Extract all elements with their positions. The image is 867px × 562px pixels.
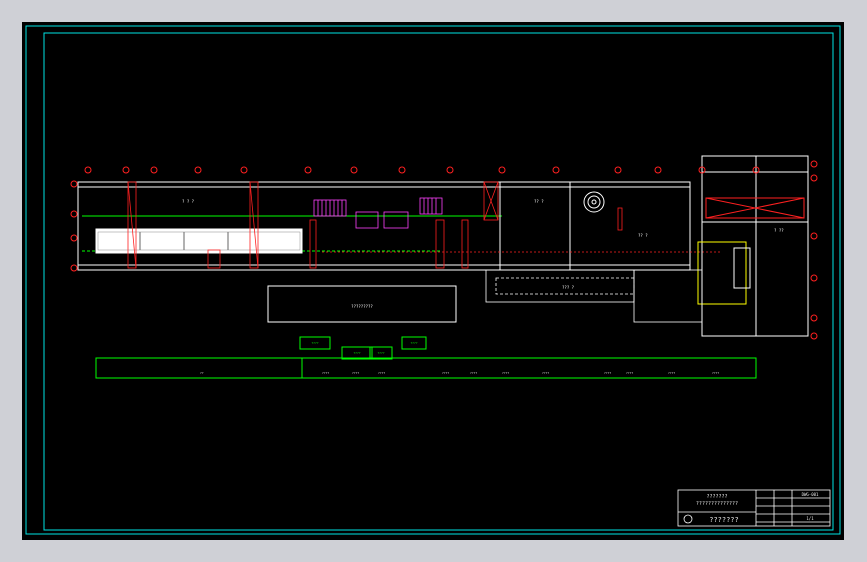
equipment-tag-2: ???? xyxy=(353,351,360,355)
dimension-label-7: ???? xyxy=(502,371,509,375)
equipment-tag-1: ???? xyxy=(311,341,318,345)
dimension-label-3: ???? xyxy=(352,371,359,375)
lower-block-label: ????????? xyxy=(351,304,373,309)
axis-bubble-right-3 xyxy=(810,232,818,240)
inner-frame xyxy=(43,32,834,531)
axis-bubble-top-4 xyxy=(194,166,202,174)
equipment-group xyxy=(127,181,722,269)
axis-bubble-top-9 xyxy=(446,166,454,174)
tank-array xyxy=(313,197,443,229)
tb-company-line1: ??????? xyxy=(706,494,727,500)
dimension-labels: ????????????????????????????????????????… xyxy=(200,371,719,375)
tb-drawing-title: ??????? xyxy=(709,516,739,524)
axis-bubble-top-3 xyxy=(150,166,158,174)
dimension-strip xyxy=(95,357,757,379)
room-label-5: ? ?? xyxy=(774,228,784,233)
axis-bubble-top-5 xyxy=(240,166,248,174)
equipment-tag-3: ???? xyxy=(377,351,384,355)
axis-bubble-right-4 xyxy=(810,274,818,282)
axis-bubble-top-1 xyxy=(84,166,92,174)
axis-bubble-top-2 xyxy=(122,166,130,174)
fan-unit xyxy=(583,191,605,213)
axis-bubble-top-7 xyxy=(350,166,358,174)
lower-side-area xyxy=(485,269,703,323)
axis-bubble-right-5 xyxy=(810,314,818,322)
dimension-label-2: ???? xyxy=(322,371,329,375)
axis-bubble-right-1 xyxy=(810,160,818,168)
equipment-tag-4: ???? xyxy=(410,341,417,345)
room-label-4: ?? ? xyxy=(638,233,648,238)
axis-bubble-left-1 xyxy=(70,180,78,188)
room-label-1: ? ? ? xyxy=(182,199,195,204)
axis-bubble-left-2 xyxy=(70,210,78,218)
process-conveyor xyxy=(95,228,303,254)
axis-bubble-top-8 xyxy=(398,166,406,174)
room-label-2: ?? ? xyxy=(534,199,544,204)
dimension-label-5: ???? xyxy=(442,371,449,375)
dimension-label-8: ???? xyxy=(542,371,549,375)
tb-company-line2: ?????????????? xyxy=(696,501,738,507)
cad-drawing-canvas[interactable]: ??????? ?????????????? ??????? DWG-001 1… xyxy=(22,22,844,540)
axis-bubble-right-6 xyxy=(810,332,818,340)
dimension-label-6: ???? xyxy=(470,371,477,375)
right-annex xyxy=(697,155,809,337)
dimension-label-10: ???? xyxy=(626,371,633,375)
dimension-label-12: ???? xyxy=(712,371,719,375)
axis-bubble-top-13 xyxy=(654,166,662,174)
axis-bubble-left-3 xyxy=(70,234,78,242)
tb-sheet: 1/1 xyxy=(806,516,814,521)
dimension-label-11: ???? xyxy=(668,371,675,375)
dimension-label-9: ???? xyxy=(604,371,611,375)
axis-bubble-top-6 xyxy=(304,166,312,174)
axis-bubble-top-12 xyxy=(614,166,622,174)
equipment-tags xyxy=(299,336,427,360)
outer-frame xyxy=(25,25,841,535)
dimension-label-4: ???? xyxy=(378,371,385,375)
tb-drawing-number: DWG-001 xyxy=(802,492,819,497)
layout-drawing: ??????? ?????????????? ??????? DWG-001 1… xyxy=(25,25,841,535)
axis-bubble-top-10 xyxy=(498,166,506,174)
room-label-3: ??? ? xyxy=(562,285,575,290)
axis-bubble-top-11 xyxy=(552,166,560,174)
dimension-label-1: ?? xyxy=(200,371,204,375)
axis-bubble-left-4 xyxy=(70,264,78,272)
axis-bubble-right-2 xyxy=(810,174,818,182)
